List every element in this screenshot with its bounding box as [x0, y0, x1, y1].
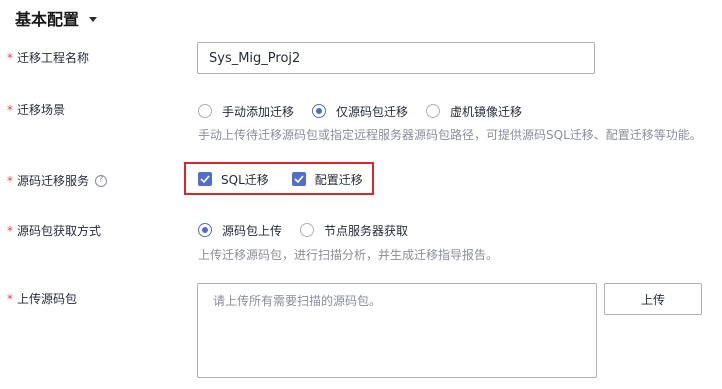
required-mark: *	[7, 102, 13, 117]
upload-label: * 上传源码包	[7, 290, 77, 307]
project-name-input[interactable]	[197, 42, 595, 74]
upload-button[interactable]: 上传	[604, 283, 702, 315]
source-method-radio-group: 源码包上传 节点服务器获取	[198, 220, 426, 240]
project-name-label: * 迁移工程名称	[7, 49, 89, 66]
source-method-option-node-server[interactable]: 节点服务器获取	[300, 222, 408, 239]
upload-label-text: 上传源码包	[17, 292, 78, 306]
service-label: * 源码迁移服务 ?	[7, 172, 108, 189]
checkbox-checked-icon[interactable]	[291, 172, 306, 186]
required-mark: *	[7, 173, 13, 188]
radio-checked-icon[interactable]	[312, 104, 327, 118]
radio-unchecked-icon[interactable]	[198, 104, 212, 118]
project-name-label-text: 迁移工程名称	[17, 51, 90, 65]
scenario-label: * 迁移场景	[7, 101, 65, 118]
checkbox-checked-icon[interactable]	[198, 172, 212, 186]
scenario-option-manual[interactable]: 手动添加迁移	[198, 103, 294, 120]
checkbox-label: 配置迁移	[314, 172, 363, 187]
scenario-hint: 手动上传待迁移源码包或指定远程服务器源码包路径，可提供源码SQL迁移、配置迁移等…	[198, 128, 702, 142]
required-mark: *	[7, 223, 13, 238]
source-method-label: * 源码包获取方式	[7, 222, 101, 239]
source-method-option-upload[interactable]: 源码包上传	[198, 222, 282, 239]
radio-label: 节点服务器获取	[324, 223, 409, 238]
source-method-hint: 上传迁移源码包，进行扫描分析，并生成迁移指导报告。	[198, 248, 499, 262]
checkbox-label: SQL迁移	[221, 172, 269, 187]
required-mark: *	[7, 50, 13, 65]
radio-unchecked-icon[interactable]	[300, 223, 315, 237]
radio-label: 手动添加迁移	[222, 104, 295, 119]
caret-down-icon[interactable]	[89, 16, 98, 22]
section-title: 基本配置	[15, 10, 80, 29]
scenario-option-vm-image[interactable]: 虚机镜像迁移	[426, 103, 522, 120]
upload-textarea[interactable]	[197, 283, 597, 378]
required-mark: *	[7, 291, 13, 306]
source-method-label-text: 源码包获取方式	[17, 224, 102, 238]
radio-unchecked-icon[interactable]	[426, 104, 441, 118]
service-option-sql[interactable]: SQL迁移	[198, 171, 269, 188]
service-option-config[interactable]: 配置迁移	[291, 171, 363, 188]
scenario-option-source-only[interactable]: 仅源码包迁移	[312, 103, 408, 120]
service-checkbox-group: SQL迁移 配置迁移	[198, 170, 386, 188]
scenario-radio-group: 手动添加迁移 仅源码包迁移 虚机镜像迁移	[198, 101, 540, 121]
scenario-label-text: 迁移场景	[17, 103, 66, 117]
radio-checked-icon[interactable]	[198, 223, 212, 237]
radio-label: 源码包上传	[222, 223, 283, 238]
service-label-text: 源码迁移服务	[17, 174, 90, 188]
question-circle-icon[interactable]: ?	[95, 174, 108, 187]
section-header[interactable]: 基本配置	[15, 6, 98, 30]
radio-label: 仅源码包迁移	[336, 104, 409, 119]
radio-label: 虚机镜像迁移	[450, 104, 523, 119]
